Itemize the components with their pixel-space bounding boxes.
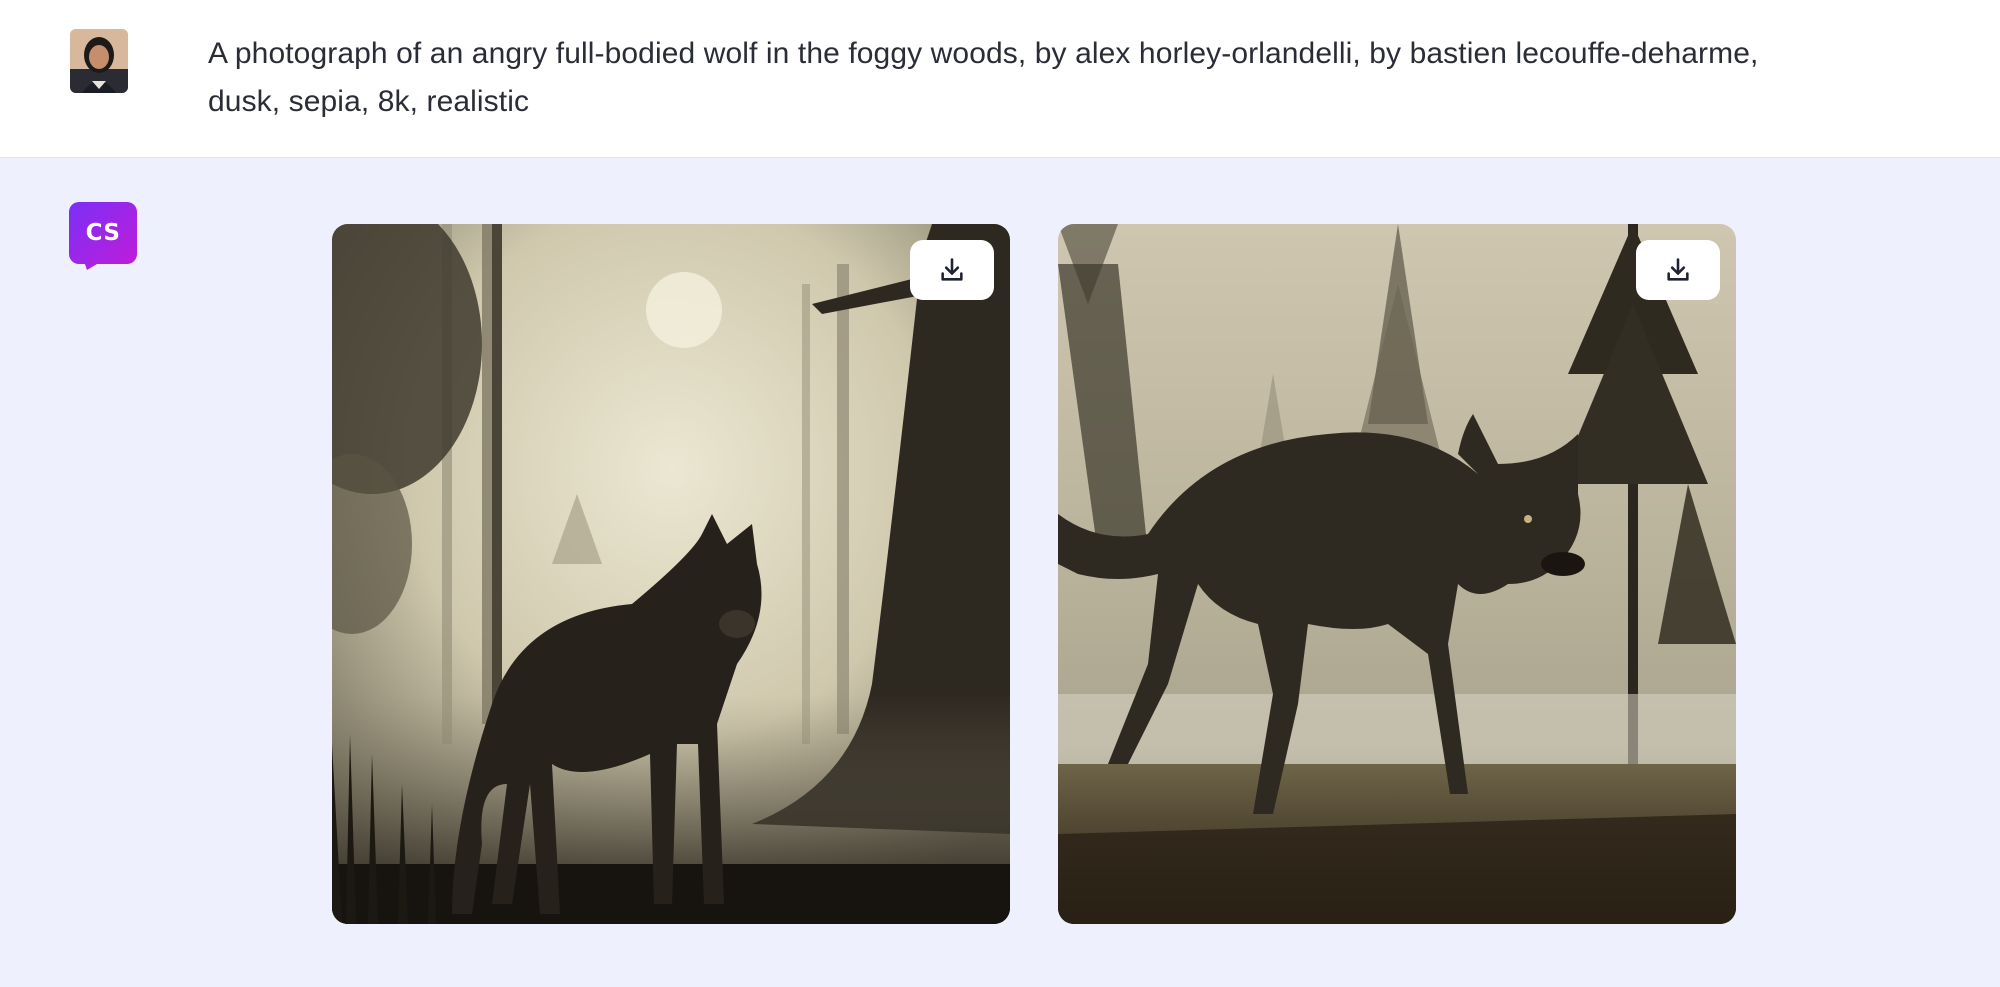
- download-button[interactable]: [1636, 240, 1720, 300]
- prompt-text: A photograph of an angry full-bodied wol…: [208, 37, 1759, 118]
- bot-message-row: CS: [0, 158, 2000, 987]
- user-message-row: A photograph of an angry full-bodied wol…: [0, 0, 2000, 158]
- download-icon: [1667, 258, 1689, 281]
- user-avatar: [70, 29, 128, 93]
- generated-image-2[interactable]: [1058, 224, 1736, 924]
- generated-image-1[interactable]: [332, 224, 1010, 924]
- logo-text: CS: [85, 220, 121, 246]
- cs-logo-icon: CS: [69, 202, 137, 270]
- download-icon: [941, 258, 963, 281]
- download-button[interactable]: [910, 240, 994, 300]
